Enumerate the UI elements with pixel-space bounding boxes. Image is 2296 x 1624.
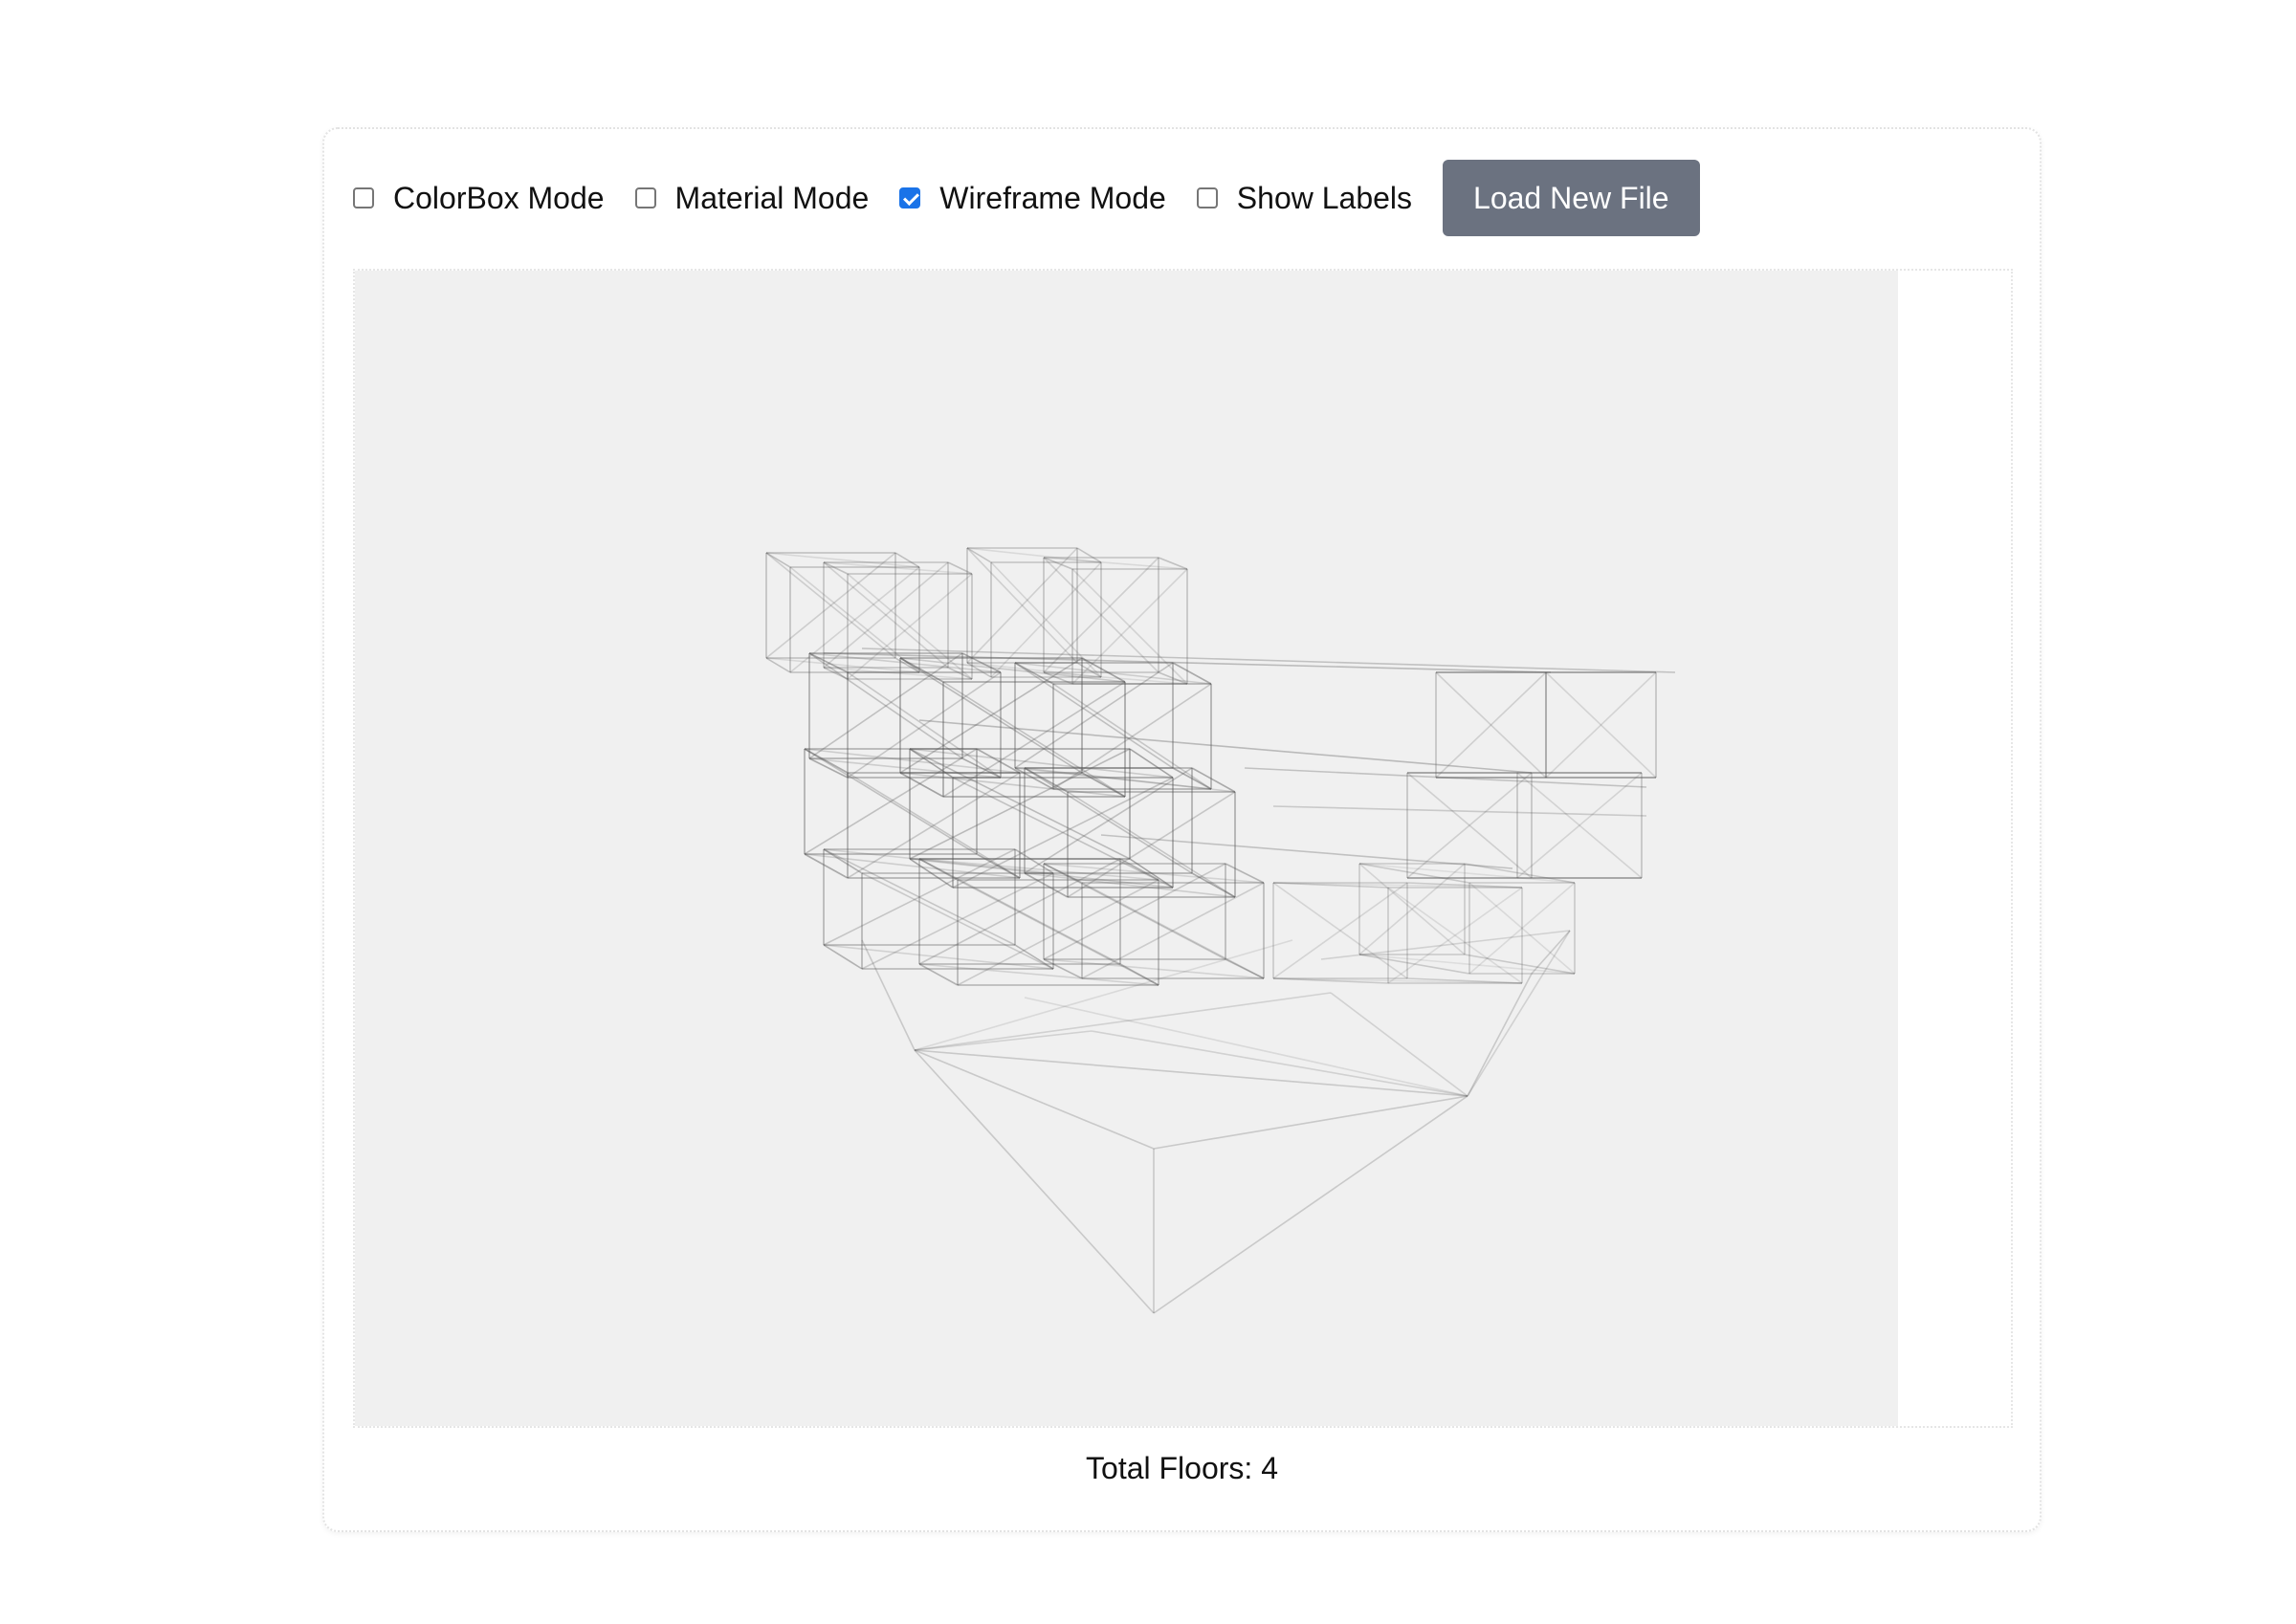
3d-viewport-canvas[interactable] [355,271,1898,1426]
show-labels-checkbox[interactable] [1196,187,1218,208]
wireframe-edge [765,552,920,568]
wireframe-edge [1153,1095,1468,1150]
building-wireframe [765,547,1676,1314]
wireframe-edge [914,1049,1155,1150]
wireframe-edge [823,561,973,575]
wireframe-edge [1272,805,1647,817]
wireframe-edge [1091,1030,1468,1097]
colorbox-mode-toggle[interactable]: ColorBox Mode [353,181,605,216]
viewport-frame [353,269,2013,1428]
wireframe-edge [914,1049,1468,1097]
total-floors-text: Total Floors: 4 [1086,1451,1278,1485]
wireframe-edge [1358,863,1576,884]
material-mode-toggle[interactable]: Material Mode [634,180,870,216]
wireframe-edge [823,667,973,680]
show-labels-label: Show Labels [1236,180,1413,215]
wireframe-edge [1153,1095,1468,1314]
wireframe-edge [861,939,916,1051]
wireframe-mode-toggle[interactable]: Wireframe Mode [899,181,1166,216]
wireframe-edge [918,719,1533,774]
load-new-file-button[interactable]: Load New File [1443,160,1700,236]
colorbox-mode-label: ColorBox Mode [393,180,605,215]
wireframe-edge [914,1030,1093,1051]
wireframe-edge [1043,557,1188,570]
wireframe-edge [861,647,1676,673]
wireframe-edge [1467,973,1533,1097]
wireframe-edge [914,1049,1155,1314]
colorbox-mode-checkbox[interactable] [353,187,374,208]
toolbar: ColorBox Mode Material Mode Wireframe Mo… [353,160,1700,236]
material-mode-checkbox[interactable] [634,187,656,208]
wireframe-mode-checkbox[interactable] [899,187,921,208]
material-mode-label: Material Mode [674,180,870,215]
wireframe-edge [914,992,1332,1051]
wireframe-mode-label: Wireframe Mode [939,180,1166,215]
wireframe-edge [1358,954,1576,975]
show-labels-toggle[interactable]: Show Labels [1196,180,1413,216]
wireframe-edge [1531,930,1571,975]
viewer-card: ColorBox Mode Material Mode Wireframe Mo… [322,127,2042,1532]
wireframe-edge [1358,954,1470,975]
